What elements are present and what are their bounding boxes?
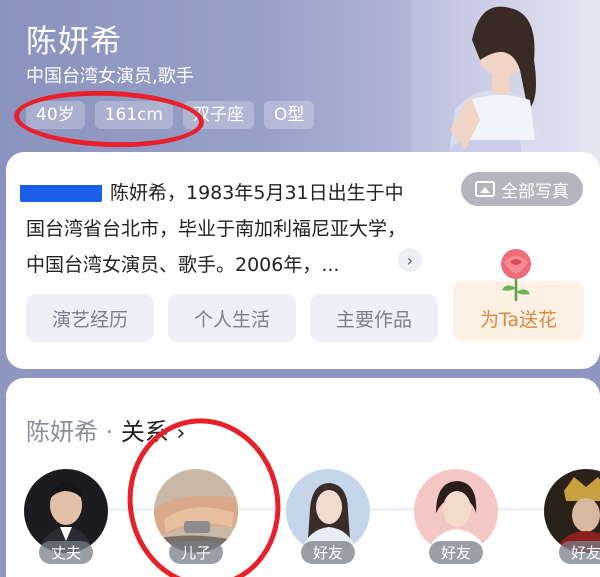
tag-blood-type[interactable]: O型 (264, 101, 315, 129)
bio-summary[interactable]: 陈妍希，1983年5月31日出生于中国台湾省台北市，毕业于南加利福尼亚大学，中国… (26, 175, 406, 283)
relation-label: 好友 (558, 541, 600, 564)
rose-icon (501, 249, 531, 301)
personal-life-button[interactable]: 个人生活 (168, 294, 296, 342)
all-photos-button[interactable]: 全部写真 (461, 172, 583, 206)
relation-item-friend-2[interactable]: 好友 (414, 469, 498, 564)
relation-label: 好友 (428, 541, 484, 564)
relations-title-name: 陈妍希 · (26, 418, 121, 446)
profile-subtitle: 中国台湾女演员,歌手 (26, 66, 194, 87)
relation-item-friend-1[interactable]: 好友 (286, 469, 370, 564)
expand-bio-chevron-icon[interactable]: › (398, 248, 422, 272)
relation-item-husband[interactable]: 丈夫 (24, 469, 108, 564)
photo-icon (475, 181, 495, 197)
bio-button-row: 演艺经历 个人生活 主要作品 (26, 294, 438, 342)
page-title: 陈妍希 (26, 24, 122, 60)
main-works-button[interactable]: 主要作品 (310, 294, 438, 342)
relation-item-friend-3[interactable]: 好友 (544, 469, 600, 564)
relation-label: 丈夫 (38, 541, 94, 564)
send-flower-label: 为Ta送花 (479, 308, 558, 331)
relation-label: 好友 (300, 541, 356, 564)
all-photos-label: 全部写真 (501, 181, 569, 202)
career-button[interactable]: 演艺经历 (26, 294, 154, 342)
